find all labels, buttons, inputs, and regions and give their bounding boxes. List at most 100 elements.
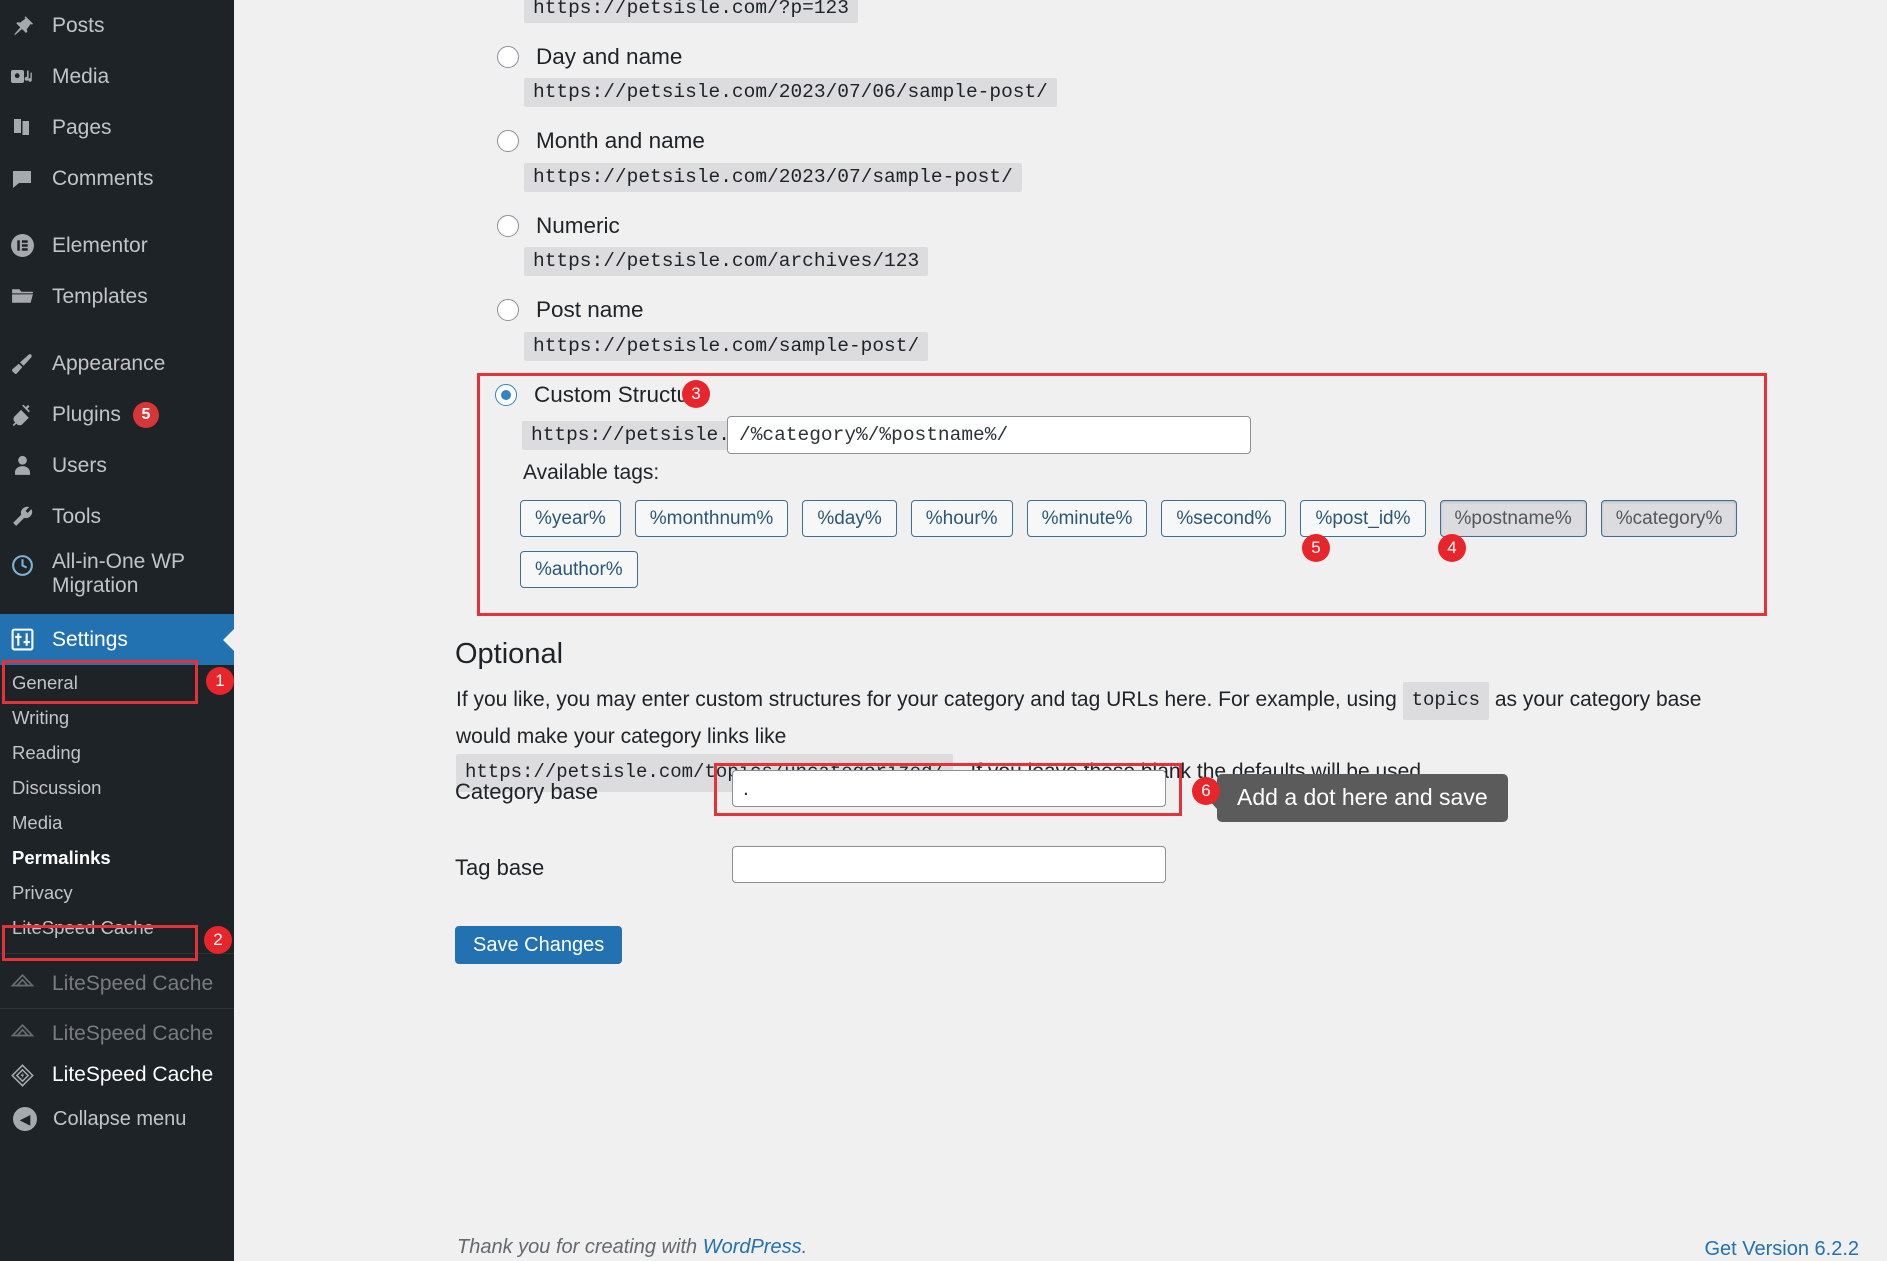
sidebar-item-label: Posts [52,13,105,37]
tag-button-minute[interactable]: %minute% [1026,500,1148,537]
sidebar-item-litespeed-cache-1[interactable]: LiteSpeed Cache [0,962,234,1006]
tag-base-label: Tag base [455,855,545,880]
footer-version[interactable]: Get Version 6.2.2 [1704,1238,1859,1261]
sidebar-subitem-reading[interactable]: Reading [0,735,234,770]
optional-desc-code-topics: topics [1402,682,1490,720]
sidebar-item-all-in-one-wp-migration[interactable]: All-in-One WP Migration [0,542,234,614]
sidebar-subitem-discussion[interactable]: Discussion [0,770,234,805]
optional-desc-part1: If you like, you may enter custom struct… [456,688,1397,711]
save-changes-button[interactable]: Save Changes [455,926,623,964]
tag-button-author[interactable]: %author% [520,551,638,588]
radio-post-name[interactable] [497,299,519,321]
sidebar-item-templates[interactable]: Templates [0,271,234,322]
radio-day-and-name[interactable] [497,46,519,68]
sidebar-divider-2 [0,1008,234,1009]
radio-numeric[interactable] [497,215,519,237]
radio-month-and-name[interactable] [497,130,519,152]
migration-icon [10,553,48,578]
wrench-icon [10,504,48,529]
pin-icon [10,14,48,38]
sidebar-subitem-label: Privacy [12,881,73,903]
tag-button-hour[interactable]: %hour% [910,500,1013,537]
permalink-settings-main: https://petsisle.com/?p=123 Day and name… [234,0,1887,1261]
sidebar-subitem-label: Permalinks [12,846,111,868]
user-icon [10,453,48,478]
annotation-marker-5: 5 [1302,534,1330,562]
sidebar-item-label: LiteSpeed Cache [52,972,214,995]
sidebar-subitem-writing[interactable]: Writing [0,700,234,735]
tag-button-monthnum[interactable]: %monthnum% [634,500,789,537]
footer-thanks-suffix: . [801,1236,808,1258]
tag-button-postname[interactable]: %postname% [1439,500,1587,537]
paintbrush-icon [10,351,48,376]
sidebar-item-users[interactable]: Users [0,440,234,491]
available-tags-list: %year% %monthnum% %day% %hour% %minute% … [520,500,1760,588]
sidebar-item-tools[interactable]: Tools [0,491,234,542]
radio-custom-structure[interactable] [495,384,517,406]
tag-button-year[interactable]: %year% [520,500,621,537]
sidebar-item-appearance[interactable]: Appearance [0,338,234,389]
sidebar-item-litespeed-cache-3[interactable]: LiteSpeed Cache [0,1053,234,1097]
settings-sliders-icon [10,627,48,652]
collapse-menu-button[interactable]: ◀ Collapse menu [0,1097,234,1141]
permalink-example-numeric: https://petsisle.com/archives/123 [524,247,929,276]
permalink-option-post-name[interactable]: Post name [497,297,644,323]
permalink-option-label: Month and name [536,128,705,153]
sidebar-item-litespeed-cache-2[interactable]: LiteSpeed Cache [0,1015,234,1053]
sidebar-item-settings[interactable]: Settings [0,614,234,665]
tag-button-second[interactable]: %second% [1161,500,1287,537]
annotation-marker-3: 3 [682,380,710,408]
tag-button-day[interactable]: %day% [802,500,897,537]
permalink-option-label: Post name [536,297,644,322]
sidebar-subitem-litespeed-cache[interactable]: LiteSpeed Cache [0,910,234,945]
litespeed-icon [10,1022,48,1047]
sidebar-item-comments[interactable]: Comments [0,153,234,204]
pages-icon [10,116,48,140]
sidebar-item-posts[interactable]: Posts [0,0,234,51]
sidebar-subitem-label: LiteSpeed Cache [12,916,154,938]
tag-button-post-id[interactable]: %post_id% [1300,500,1426,537]
permalink-option-day-and-name[interactable]: Day and name [497,44,682,70]
sidebar-subitem-label: Media [12,811,63,833]
sidebar-item-elementor[interactable]: Elementor [0,220,234,271]
permalink-option-label: Numeric [536,213,620,238]
plug-icon [10,402,48,427]
wordpress-link[interactable]: WordPress [703,1236,802,1258]
footer-thanks-text: Thank you for creating with [457,1236,703,1258]
sidebar-subitem-label: Discussion [12,776,102,798]
footer-thanks: Thank you for creating with WordPress. [457,1236,807,1259]
sidebar-subitem-label: General [12,671,78,693]
sidebar-item-plugins[interactable]: Plugins 5 [0,389,234,440]
permalink-option-custom-structure[interactable]: Custom Structure [495,382,709,408]
sidebar-subitem-label: Reading [12,741,81,763]
sidebar-item-media[interactable]: Media [0,51,234,102]
permalink-option-numeric[interactable]: Numeric [497,213,620,239]
permalink-example-month-and-name: https://petsisle.com/2023/07/sample-post… [524,163,1022,192]
templates-folder-icon [10,284,48,309]
comments-icon [10,167,48,191]
annotation-marker-6: 6 [1192,777,1220,805]
permalink-option-month-and-name[interactable]: Month and name [497,128,705,154]
category-base-input[interactable] [732,770,1166,807]
sidebar-subitem-privacy[interactable]: Privacy [0,875,234,910]
plain-permalink-example: https://petsisle.com/?p=123 [524,0,858,23]
sidebar-item-pages[interactable]: Pages [0,102,234,153]
tag-base-input[interactable] [732,846,1166,883]
sidebar-item-label: Templates [52,284,148,308]
sidebar-subitem-general[interactable]: General [0,665,234,700]
sidebar-subitem-permalinks[interactable]: Permalinks [0,840,234,875]
chevron-left-icon: ◀ [13,1107,37,1131]
permalink-example-post-name: https://petsisle.com/sample-post/ [524,332,929,361]
sidebar-item-label: Tools [52,504,102,528]
sidebar-item-label: LiteSpeed Cache [52,1063,214,1086]
sidebar-item-label: Users [52,453,107,477]
annotation-marker-4: 4 [1438,534,1466,562]
sidebar-subitem-media[interactable]: Media [0,805,234,840]
admin-sidebar: Posts Media Pages Comments Elementor Tem… [0,0,234,1261]
instruction-tooltip: Add a dot here and save [1217,774,1508,822]
permalink-example-day-and-name: https://petsisle.com/2023/07/06/sample-p… [524,78,1057,107]
tag-button-category[interactable]: %category% [1600,500,1738,537]
custom-structure-input[interactable] [727,416,1251,454]
plugins-update-badge: 5 [132,401,159,428]
elementor-icon [10,233,48,258]
